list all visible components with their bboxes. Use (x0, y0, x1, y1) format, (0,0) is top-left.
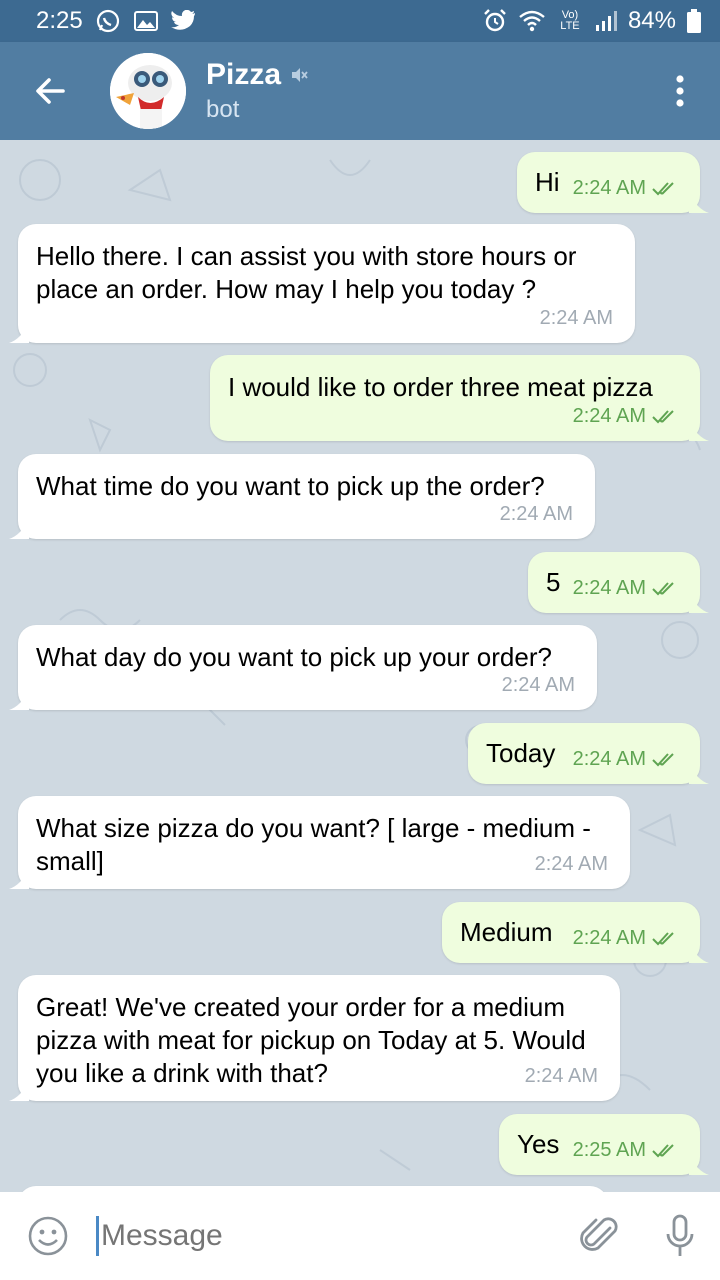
incoming-message[interactable]: What size pizza do you want? [ large - m… (9, 796, 630, 889)
wifi-icon (518, 9, 546, 33)
bot-avatar[interactable] (110, 53, 186, 129)
double-check-icon (652, 409, 674, 423)
voice-message-button[interactable] (640, 1192, 720, 1280)
alarm-icon (482, 8, 508, 34)
text-cursor (96, 1216, 99, 1256)
signal-icon (594, 9, 618, 33)
outgoing-message[interactable]: Yes 2:25 AM (499, 1114, 709, 1175)
outgoing-message[interactable]: I would like to order three meat pizza 2… (210, 355, 709, 441)
message-text: Today (486, 738, 556, 768)
arrow-left-icon (36, 78, 65, 104)
double-check-icon (652, 581, 674, 595)
incoming-message[interactable]: What time do you want to pick up the ord… (9, 454, 595, 539)
incoming-message[interactable]: Hello there. I can assist you with store… (9, 224, 635, 343)
message-composer (0, 1192, 720, 1280)
message-text: What day do you want to pick up your ord… (36, 642, 552, 672)
more-vert-icon (676, 75, 684, 107)
whatsapp-notification-icon (95, 8, 121, 34)
message-text: Medium (460, 917, 553, 947)
double-check-icon (652, 181, 674, 195)
double-check-icon (652, 1143, 674, 1157)
outgoing-message[interactable]: 5 2:24 AM (528, 552, 709, 613)
status-bar: 2:25 Vo) LTE 84% (0, 0, 720, 42)
message-time: 2:24 AM (539, 307, 613, 329)
back-button[interactable] (0, 42, 100, 140)
double-check-icon (652, 752, 674, 766)
battery-percent: 84% (627, 7, 676, 34)
twitter-notification-icon (170, 10, 197, 32)
message-list[interactable]: Hi 2:24 AM Hello there. I can assist you… (0, 140, 720, 1192)
incoming-message[interactable]: What day do you want to pick up your ord… (9, 625, 597, 710)
overflow-menu-button[interactable] (640, 42, 720, 140)
message-text: Yes (517, 1129, 560, 1159)
message-time: 2:24 AM (572, 577, 646, 599)
muted-speaker-icon (292, 68, 308, 82)
message-time: 2:24 AM (572, 405, 646, 427)
gallery-notification-icon (133, 9, 159, 33)
message-input[interactable] (101, 1219, 560, 1253)
message-time: 2:25 AM (572, 1139, 646, 1161)
double-check-icon (652, 931, 674, 945)
message-time: 2:24 AM (572, 177, 646, 199)
message-text: Hi (535, 167, 560, 197)
network-type-label: Vo) LTE (560, 9, 580, 32)
chat-header: Pizza bot (0, 42, 720, 140)
smiley-icon (28, 1216, 68, 1256)
outgoing-message[interactable]: Hi 2:24 AM (517, 152, 709, 213)
message-time: 2:24 AM (572, 927, 646, 949)
message-text: What size pizza do you want? [ large - m… (36, 813, 591, 876)
emoji-button[interactable] (0, 1192, 96, 1280)
outgoing-message[interactable]: Medium 2:24 AM (442, 902, 709, 963)
message-text: 5 (546, 567, 561, 597)
incoming-message[interactable]: Great! We've created your order for a me… (9, 975, 620, 1101)
microphone-icon (666, 1214, 694, 1256)
outgoing-message[interactable]: Today 2:24 AM (468, 723, 709, 784)
paperclip-icon (580, 1217, 618, 1251)
chat-subtitle: bot (206, 96, 240, 123)
message-text: Hello there. I can assist you with store… (36, 241, 577, 304)
message-time: 2:24 AM (534, 853, 608, 875)
message-time: 2:24 AM (499, 503, 573, 525)
message-time: 2:24 AM (572, 748, 646, 770)
chat-title: Pizza (206, 58, 282, 91)
attach-button[interactable] (560, 1192, 640, 1280)
status-time: 2:25 (36, 7, 83, 34)
pizza-chef-avatar-image (110, 53, 186, 129)
battery-icon (686, 8, 702, 34)
message-time: 2:24 AM (501, 674, 575, 696)
message-time: 2:24 AM (524, 1065, 598, 1087)
message-text: What time do you want to pick up the ord… (36, 471, 545, 501)
